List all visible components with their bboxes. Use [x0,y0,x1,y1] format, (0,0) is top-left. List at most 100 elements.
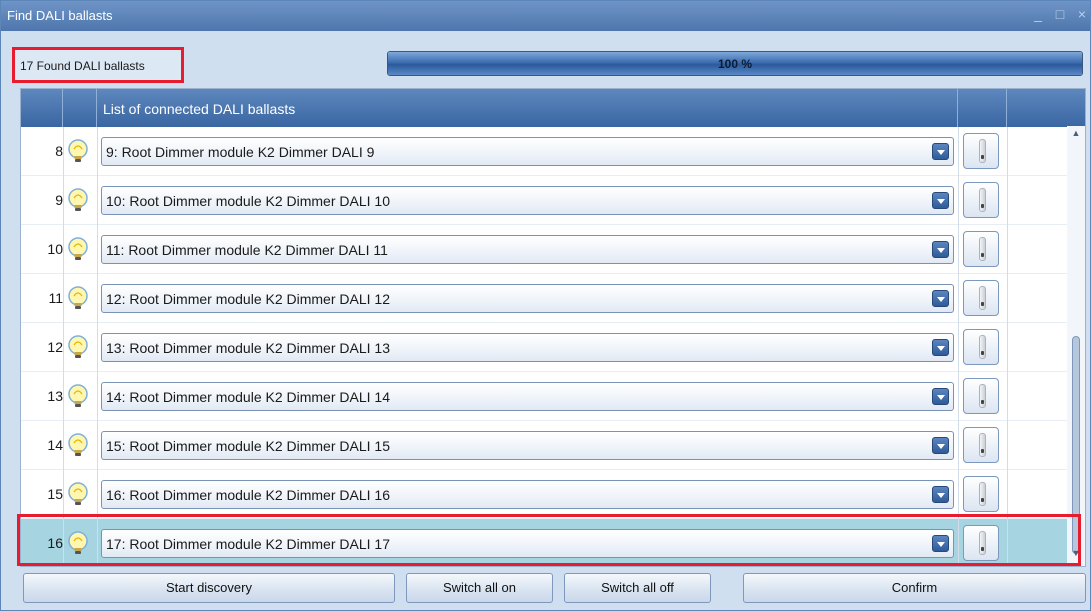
found-count-text: 17 Found DALI ballasts [20,59,145,73]
light-bulb-icon [66,384,90,410]
table-row[interactable]: 14 15: Root Dimmer module K2 Dimmer DALI … [21,421,1067,470]
scroll-thumb[interactable] [1072,336,1080,554]
column-divider [63,225,64,274]
table-row[interactable]: 11 12: Root Dimmer module K2 Dimmer DALI … [21,274,1067,323]
row-index: 14 [47,437,63,453]
minimize-button[interactable]: _ [1030,3,1046,25]
toggle-switch-icon[interactable] [963,182,999,218]
switch-knob [979,433,986,457]
row-index: 15 [47,486,63,502]
switch-all-on-button[interactable]: Switch all on [406,573,553,603]
toggle-switch-icon[interactable] [963,476,999,512]
close-button[interactable]: × [1074,3,1090,25]
column-divider [63,372,64,421]
column-divider [97,176,98,225]
switch-knob [979,384,986,408]
grid-scrollbar[interactable]: ▲ ▼ [1067,126,1085,566]
switch-knob [979,286,986,310]
ballast-select[interactable]: 13: Root Dimmer module K2 Dimmer DALI 13 [101,333,954,362]
column-divider [97,274,98,323]
toggle-switch-icon[interactable] [963,280,999,316]
row-index: 8 [55,143,63,159]
start-discovery-button[interactable]: Start discovery [23,573,395,603]
table-row[interactable]: 12 13: Root Dimmer module K2 Dimmer DALI … [21,323,1067,372]
ballast-select-value: 9: Root Dimmer module K2 Dimmer DALI 9 [106,144,375,160]
row-index: 11 [48,290,63,306]
column-divider [63,323,64,372]
ballast-select-value: 13: Root Dimmer module K2 Dimmer DALI 13 [106,340,390,356]
ballast-grid: List of connected DALI ballasts 8 9: Root… [20,88,1086,567]
table-row[interactable]: 13 14: Root Dimmer module K2 Dimmer DALI … [21,372,1067,421]
column-divider [958,274,959,323]
column-divider [97,372,98,421]
column-divider [1007,372,1008,421]
column-divider [958,372,959,421]
switch-knob [979,482,986,506]
ballast-select-value: 11: Root Dimmer module K2 Dimmer DALI 11 [106,242,388,258]
light-bulb-icon [66,482,90,508]
column-divider [958,225,959,274]
scroll-up-icon[interactable]: ▲ [1067,128,1085,144]
chevron-down-icon[interactable] [932,192,949,209]
chevron-down-icon[interactable] [932,486,949,503]
table-row[interactable]: 16 17: Root Dimmer module K2 Dimmer DALI … [21,519,1067,566]
table-row[interactable]: 10 11: Root Dimmer module K2 Dimmer DALI … [21,225,1067,274]
header-cell-icon[interactable] [63,89,97,127]
ballast-select-value: 16: Root Dimmer module K2 Dimmer DALI 16 [106,487,390,503]
chevron-down-icon[interactable] [932,290,949,307]
column-divider [97,127,98,176]
ballast-select-value: 14: Root Dimmer module K2 Dimmer DALI 14 [106,389,390,405]
toggle-switch-icon[interactable] [963,231,999,267]
column-divider [97,519,98,566]
column-divider [97,225,98,274]
window-controls: _ □ × [1030,3,1090,25]
title-bar: Find DALI ballasts _ □ × [1,1,1090,31]
scroll-down-icon[interactable]: ▼ [1067,548,1085,564]
table-row[interactable]: 8 9: Root Dimmer module K2 Dimmer DALI 9 [21,127,1067,176]
maximize-button[interactable]: □ [1052,3,1068,25]
switch-knob [979,139,986,163]
chevron-down-icon[interactable] [932,437,949,454]
table-row[interactable]: 15 16: Root Dimmer module K2 Dimmer DALI … [21,470,1067,519]
toggle-switch-icon[interactable] [963,329,999,365]
header-cell-index[interactable] [21,89,63,127]
column-divider [958,470,959,519]
column-divider [958,421,959,470]
ballast-select[interactable]: 15: Root Dimmer module K2 Dimmer DALI 15 [101,431,954,460]
chevron-down-icon[interactable] [932,339,949,356]
light-bulb-icon [66,286,90,312]
toggle-switch-icon[interactable] [963,133,999,169]
light-bulb-icon [66,139,90,165]
column-divider [1007,323,1008,372]
row-index: 16 [47,535,63,551]
confirm-button[interactable]: Confirm [743,573,1086,603]
switch-knob [979,531,986,555]
ballast-select[interactable]: 14: Root Dimmer module K2 Dimmer DALI 14 [101,382,954,411]
column-divider [958,323,959,372]
switch-all-off-button[interactable]: Switch all off [564,573,711,603]
ballast-select[interactable]: 16: Root Dimmer module K2 Dimmer DALI 16 [101,480,954,509]
ballast-select[interactable]: 9: Root Dimmer module K2 Dimmer DALI 9 [101,137,954,166]
chevron-down-icon[interactable] [932,143,949,160]
header-cell-switch[interactable] [958,89,1007,127]
ballast-select[interactable]: 10: Root Dimmer module K2 Dimmer DALI 10 [101,186,954,215]
chevron-down-icon[interactable] [932,535,949,552]
ballast-select[interactable]: 17: Root Dimmer module K2 Dimmer DALI 17 [101,529,954,558]
column-divider [1007,225,1008,274]
ballast-select[interactable]: 12: Root Dimmer module K2 Dimmer DALI 12 [101,284,954,313]
progress-label: 100 % [717,57,753,71]
chevron-down-icon[interactable] [932,388,949,405]
column-divider [1007,421,1008,470]
column-divider [1007,274,1008,323]
chevron-down-icon[interactable] [932,241,949,258]
toggle-switch-icon[interactable] [963,378,999,414]
find-dali-window: Find DALI ballasts _ □ × 17 Found DALI b… [0,0,1091,611]
column-divider [1007,470,1008,519]
toggle-switch-icon[interactable] [963,525,999,561]
table-row[interactable]: 9 10: Root Dimmer module K2 Dimmer DALI 1… [21,176,1067,225]
ballast-select-value: 12: Root Dimmer module K2 Dimmer DALI 12 [106,291,390,307]
column-divider [63,176,64,225]
row-index: 9 [55,192,63,208]
toggle-switch-icon[interactable] [963,427,999,463]
ballast-select[interactable]: 11: Root Dimmer module K2 Dimmer DALI 11 [101,235,954,264]
